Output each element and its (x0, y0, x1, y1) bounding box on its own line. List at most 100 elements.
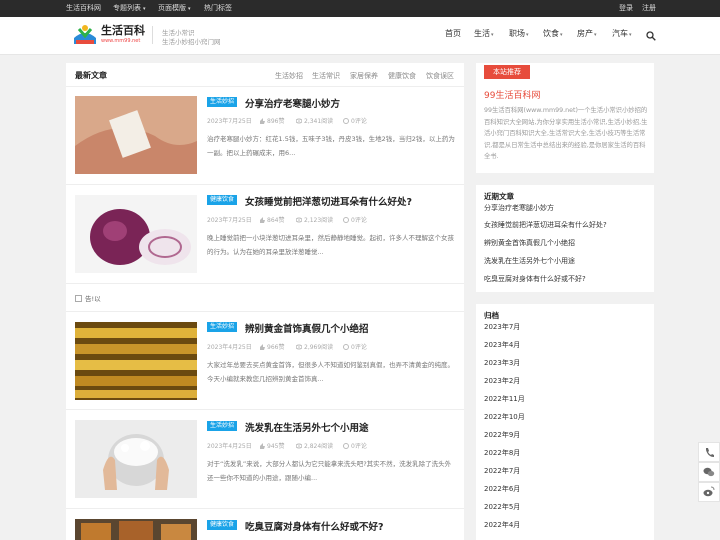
category-badge[interactable]: 生活妙招 (207, 97, 238, 107)
view-icon (296, 217, 302, 223)
article-date: 2023年4月25日 (207, 443, 252, 450)
divider (66, 86, 464, 87)
article-title[interactable]: 吃臭豆腐对身体有什么好或不好? (245, 519, 384, 533)
archive-link[interactable]: 2023年4月 (484, 340, 520, 350)
article-title[interactable]: 分享治疗老寒腿小妙方 (245, 96, 340, 110)
article-comments: 0评论 (343, 215, 367, 224)
article-thumbnail[interactable] (75, 96, 197, 174)
recommend-tab[interactable]: 本站推荐 (484, 65, 530, 79)
category-badge[interactable]: 健康饮食 (207, 195, 238, 205)
chevron-down-icon: ▾ (629, 32, 632, 38)
article-title[interactable]: 女孩睡觉前把洋葱切进耳朵有什么好处? (245, 194, 412, 208)
login-link[interactable]: 登录 (619, 0, 633, 17)
recent-post-link[interactable]: 吃臭豆腐对身体有什么好或不好? (484, 274, 586, 284)
logo-url: www.mm99.net (101, 38, 141, 44)
nav-realestate-label: 房产 (577, 29, 593, 38)
article-title[interactable]: 洗发乳在生活另外七个小用途 (245, 420, 369, 434)
broken-image-icon (75, 295, 82, 302)
divider (66, 184, 464, 185)
nav-realestate[interactable]: 房产▾ (577, 28, 597, 39)
nav-diet-label: 饮食 (543, 29, 559, 38)
article-likes: 945赞 (259, 441, 284, 450)
chevron-down-icon: ▾ (526, 32, 529, 38)
article-thumbnail[interactable] (75, 420, 197, 498)
article-excerpt: 晚上睡觉前把一小块洋葱切进耳朵里，然后静静地睡觉。起初，许多人不理解这个女孩的行… (207, 234, 454, 256)
article-excerpt: 对于“洗发乳”来说，大部分人都认为它只能拿来洗头吧?其实不然，洗发乳除了洗头外还… (207, 460, 452, 482)
article-excerpt: 治疗老寒腿小妙方：红花1.5钱，五味子3钱，丹皮3钱，生地2钱，当归2钱，以上药… (207, 135, 455, 157)
archive-link[interactable]: 2022年5月 (484, 502, 520, 512)
nav-auto[interactable]: 汽车▾ (612, 28, 632, 39)
comment-icon (343, 344, 349, 350)
archive-link[interactable]: 2022年4月 (484, 520, 520, 530)
weibo-icon (703, 486, 715, 497)
comments-count: 0评论 (351, 118, 367, 125)
view-icon (296, 344, 302, 350)
archive-link[interactable]: 2023年7月 (484, 322, 520, 332)
wechat-button[interactable] (698, 462, 720, 482)
article-views: 2,341阅读 (296, 116, 333, 125)
category-badge[interactable]: 生活妙招 (207, 421, 238, 431)
nav-life[interactable]: 生活▾ (474, 28, 494, 39)
logo-title[interactable]: 生活百科 (101, 22, 145, 38)
archive-link[interactable]: 2022年6月 (484, 484, 520, 494)
article-views: 2,123阅读 (296, 215, 333, 224)
category-link[interactable]: 生活常识 (312, 71, 340, 81)
article-thumbnail[interactable] (75, 322, 197, 400)
archive-link[interactable]: 2022年9月 (484, 430, 520, 440)
nav-home[interactable]: 首页 (445, 28, 461, 39)
article-likes: 864赞 (259, 215, 284, 224)
views-count: 2,341阅读 (304, 118, 334, 125)
article-title[interactable]: 辨别黄金首饰真假几个小绝招 (245, 321, 369, 335)
archive-link[interactable]: 2023年2月 (484, 376, 520, 386)
nav-diet[interactable]: 饮食▾ (543, 28, 563, 39)
topbar-home-link[interactable]: 生活百科网 (66, 0, 101, 17)
topbar-templates-label: 页面模版 (158, 4, 186, 12)
top-bar: 生活百科网 专题列表 ▾ 页面模版 ▾ 热门标签 登录 注册 (0, 0, 720, 17)
like-icon (260, 443, 265, 449)
archive-link[interactable]: 2022年11月 (484, 394, 525, 404)
archive-link[interactable]: 2022年7月 (484, 466, 520, 476)
nav-workplace[interactable]: 职场▾ (509, 28, 529, 39)
article-thumbnail[interactable] (75, 519, 197, 540)
article-comments: 0评论 (343, 342, 367, 351)
topbar-templates-menu[interactable]: 页面模版 ▾ (158, 0, 191, 17)
logo-icon[interactable] (72, 22, 98, 48)
nav-auto-label: 汽车 (612, 29, 628, 38)
category-link[interactable]: 家居保养 (350, 71, 378, 81)
like-icon (260, 118, 265, 124)
chevron-down-icon: ▾ (188, 6, 191, 12)
comment-icon (343, 118, 349, 124)
archive-link[interactable]: 2023年3月 (484, 358, 520, 368)
register-link[interactable]: 注册 (642, 0, 656, 17)
site-name[interactable]: 99生活百科网 (484, 88, 540, 101)
category-link[interactable]: 饮食误区 (426, 71, 454, 81)
article-thumbnail[interactable] (75, 195, 197, 273)
recent-post-link[interactable]: 辨别黄金首饰真假几个小绝招 (484, 238, 575, 248)
category-link[interactable]: 生活妙招 (275, 71, 303, 81)
recent-post-link[interactable]: 女孩睡觉前把洋葱切进耳朵有什么好处? (484, 220, 607, 230)
search-icon[interactable] (646, 31, 656, 41)
category-badge[interactable]: 生活妙招 (207, 322, 238, 332)
archive-link[interactable]: 2022年8月 (484, 448, 520, 458)
archive-title: 归档 (484, 311, 499, 320)
site-description: 99生活百科网(www.mm99.net)一个生活小常识小妙招的百科知识大全网站… (484, 107, 648, 160)
like-icon (260, 344, 265, 350)
article-views: 2,969阅读 (296, 342, 333, 351)
recent-post-link[interactable]: 洗发乳在生活另外七个小用途 (484, 256, 575, 266)
weibo-button[interactable] (698, 482, 720, 502)
article-comments: 0评论 (343, 116, 367, 125)
topbar-topics-menu[interactable]: 专题列表 ▾ (113, 0, 146, 17)
article-date: 2023年7月25日 (207, 118, 252, 125)
article-comments: 0评论 (343, 441, 367, 450)
topbar-hot-tags-link[interactable]: 热门标签 (204, 0, 232, 17)
category-link[interactable]: 健康饮食 (388, 71, 416, 81)
section-title: 最新文章 (75, 71, 107, 80)
chevron-down-icon: ▾ (143, 6, 146, 12)
ad-banner[interactable]: 告!以 (75, 293, 101, 303)
recent-post-link[interactable]: 分享治疗老寒腿小妙方 (484, 203, 554, 213)
archive-link[interactable]: 2022年10月 (484, 412, 525, 422)
views-count: 2,969阅读 (304, 344, 334, 351)
phone-button[interactable] (698, 442, 720, 462)
comments-count: 0评论 (351, 443, 367, 450)
category-badge[interactable]: 健康饮食 (207, 520, 238, 530)
